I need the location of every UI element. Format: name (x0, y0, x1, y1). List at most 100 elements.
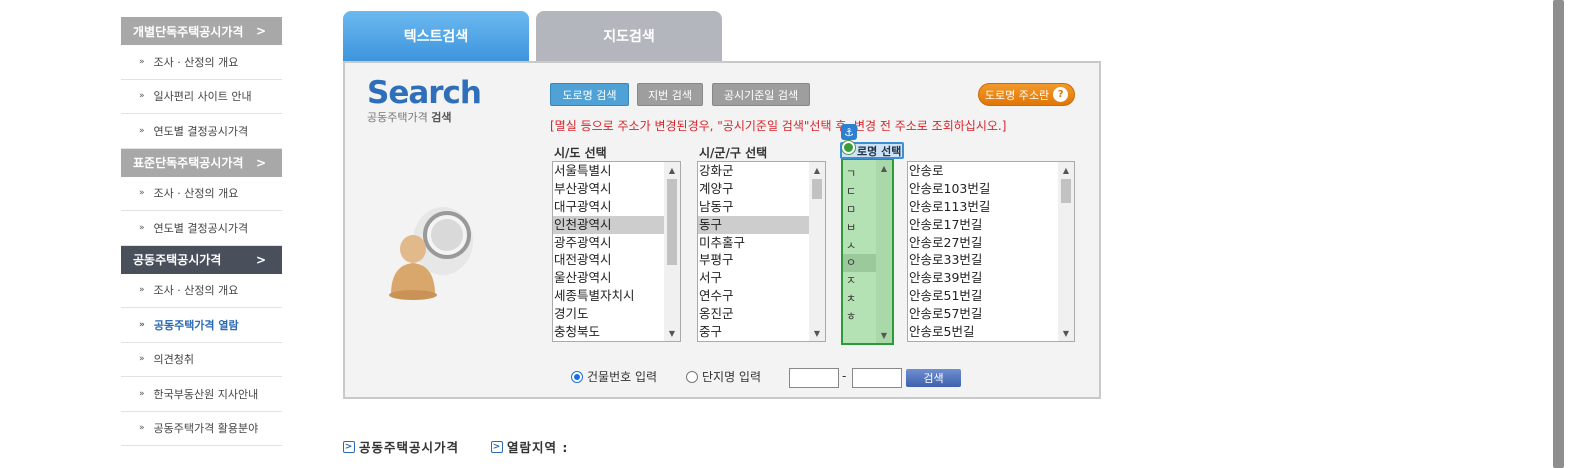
sigungu-scrollbar-thumb[interactable] (812, 179, 822, 199)
sidebar-item[interactable]: » 공동주택가격 활용분야 (121, 412, 282, 446)
scroll-down-icon[interactable]: ▼ (664, 325, 680, 341)
radio-building-no-dot[interactable] (571, 370, 583, 383)
sigungu-label: 시/군/구 선택 (699, 146, 768, 160)
scroll-up-icon[interactable]: ▲ (664, 162, 680, 178)
road-scrollbar-thumb[interactable] (1061, 179, 1071, 203)
sigungu-scrollbar[interactable]: ▲ ▼ (809, 162, 825, 341)
sido-option[interactable]: 서울특별시 (553, 162, 680, 180)
sidebar-item[interactable]: » 한국부동산원 지사안내 (121, 377, 282, 412)
sigungu-option[interactable]: 남동구 (698, 198, 825, 216)
sidebar-item[interactable]: » 조사 · 산정의 개요 (121, 274, 282, 308)
sidebar-item-label: 한국부동산원 지사안내 (153, 387, 259, 401)
notice-text: [멸실 등으로 주소가 변경된경우, "공시기준일 검색"선택 후, 변경 전 … (550, 119, 1007, 133)
tab-map-search[interactable]: 지도검색 (536, 11, 722, 61)
road-address-info-button[interactable]: 도로명 주소란 ? (978, 83, 1075, 106)
tab-text-search[interactable]: 텍스트검색 (343, 11, 529, 61)
sido-label: 시/도 선택 (554, 146, 607, 160)
sigungu-option[interactable]: 미추홀구 (698, 234, 825, 252)
view-region-label: 열람지역 : (507, 440, 569, 455)
radio-building-no[interactable]: 건물번호 입력 (571, 368, 657, 385)
sido-listbox[interactable]: 서울특별시 부산광역시 대구광역시 인천광역시 광주광역시 대전광역시 울산광역시 세종특별자… (552, 161, 681, 342)
page-root: 개별단독주택공시가격 > » 조사 · 산정의 개요 » 일사편리 사이트 안내 » 연도별 … (0, 0, 1583, 468)
road-option[interactable]: 안송로27번길 (908, 234, 1074, 252)
sidebar-item-label: 조사 · 산정의 개요 (153, 55, 239, 69)
sido-option[interactable]: 울산광역시 (553, 269, 680, 287)
road-search-button[interactable]: 도로명 검색 (550, 83, 629, 106)
sidebar-item[interactable]: » 일사편리 사이트 안내 (121, 80, 282, 114)
sidebar-item[interactable]: » 조사 · 산정의 개요 (121, 177, 282, 211)
sidebar-section-1[interactable]: 표준단독주택공시가격 > (121, 148, 282, 177)
sido-option[interactable]: 인천광역시 (553, 215, 680, 234)
radio-complex-name[interactable]: 단지명 입력 (686, 368, 761, 385)
road-option[interactable]: 안송로 (908, 162, 1074, 180)
double-chevron-icon: » (139, 319, 145, 330)
sidebar-item[interactable]: » 조사 · 산정의 개요 (121, 45, 282, 80)
chosung-scrollbar[interactable]: ▲ ▼ (876, 160, 892, 343)
scroll-up-icon[interactable]: ▲ (1058, 162, 1074, 178)
search-button[interactable]: 검색 (906, 369, 961, 387)
building-number-main-input[interactable] (789, 368, 839, 388)
sido-option[interactable]: 경기도 (553, 305, 680, 323)
lot-search-button[interactable]: 지번 검색 (637, 83, 703, 106)
double-chevron-icon: » (139, 222, 145, 233)
road-scrollbar[interactable]: ▲ ▼ (1058, 162, 1074, 341)
scroll-up-icon[interactable]: ▲ (809, 162, 825, 178)
sigungu-option[interactable]: 강화군 (698, 162, 825, 180)
road-option[interactable]: 안송로33번길 (908, 251, 1074, 269)
scroll-down-icon[interactable]: ▼ (1058, 325, 1074, 341)
chevron-right-icon: > (255, 252, 266, 267)
road-option[interactable]: 안송로103번길 (908, 180, 1074, 198)
road-option[interactable]: 안송로57번길 (908, 305, 1074, 323)
double-chevron-icon: » (139, 188, 145, 199)
road-option[interactable]: 안송로113번길 (908, 198, 1074, 216)
sidebar-item-label: 공동주택가격 활용분야 (153, 422, 259, 436)
road-option[interactable]: 안송로17번길 (908, 216, 1074, 234)
sigungu-option[interactable]: 서구 (698, 269, 825, 287)
sidebar-item[interactable]: » 연도별 결정공시가격 (121, 114, 282, 149)
sidebar-item[interactable]: » 공동주택가격 열람 (121, 308, 282, 343)
sigungu-option[interactable]: 연수구 (698, 287, 825, 305)
apartment-price-link[interactable]: > 공동주택공시가격 (343, 437, 459, 456)
road-option[interactable]: 안송로51번길 (908, 287, 1074, 305)
road-listbox[interactable]: 안송로 안송로103번길 안송로113번길 안송로17번길 안송로27번길 안송로33번길… (907, 161, 1075, 342)
view-region-link[interactable]: > 열람지역 : (491, 437, 568, 456)
sido-option[interactable]: 대구광역시 (553, 198, 680, 216)
sigungu-option[interactable]: 옹진군 (698, 305, 825, 323)
chevron-right-icon: > (255, 155, 266, 170)
date-search-button[interactable]: 공시기준일 검색 (712, 83, 810, 106)
road-option[interactable]: 안송로39번길 (908, 269, 1074, 287)
sido-option[interactable]: 세종특별자치시 (553, 287, 680, 305)
radio-complex-name-dot[interactable] (686, 370, 698, 383)
sigungu-option[interactable]: 계양구 (698, 180, 825, 198)
chosung-listbox[interactable]: ㄱㄷㅁㅂㅅㅇㅈㅊㅎ ▲ ▼ (841, 158, 894, 345)
scroll-up-icon[interactable]: ▲ (876, 160, 892, 176)
scroll-down-icon[interactable]: ▼ (809, 325, 825, 341)
sidebar-section-2[interactable]: 공동주택공시가격 > (121, 245, 282, 274)
sigungu-listbox[interactable]: 강화군 계양구 남동구 동구 미추홀구 부평구 서구 연수구 옹진군 중구 ▲ ▼ (697, 161, 826, 342)
sido-option[interactable]: 충청북도 (553, 323, 680, 341)
sidebar: 개별단독주택공시가격 > » 조사 · 산정의 개요 » 일사편리 사이트 안내 » 연도별 … (121, 0, 282, 446)
page-scrollbar-thumb[interactable] (1553, 0, 1564, 468)
sigungu-option[interactable]: 동구 (698, 215, 825, 234)
sidebar-item-label: 연도별 결정공시가격 (153, 221, 249, 235)
sidebar-item[interactable]: » 연도별 결정공시가격 (121, 211, 282, 246)
sidebar-section-0[interactable]: 개별단독주택공시가격 > (121, 17, 282, 45)
anchor-icon: ⚓ (841, 124, 857, 140)
page-scrollbar[interactable] (1550, 0, 1565, 468)
building-number-sub-input[interactable] (852, 368, 902, 388)
search-panel: Search 공동주택가격 검색 도로명 검색 지번 검색 공시기준일 검색 도… (343, 61, 1101, 399)
sido-scrollbar-thumb[interactable] (667, 179, 677, 265)
double-chevron-icon: » (139, 56, 145, 67)
sido-option[interactable]: 광주광역시 (553, 234, 680, 252)
sido-option[interactable]: 대전광역시 (553, 251, 680, 269)
double-chevron-icon: » (139, 91, 145, 102)
sido-option[interactable]: 부산광역시 (553, 180, 680, 198)
scroll-down-icon[interactable]: ▼ (876, 327, 892, 343)
road-option[interactable]: 안송로5번길 (908, 323, 1074, 341)
sigungu-option[interactable]: 중구 (698, 323, 825, 341)
arrow-box-icon: > (491, 440, 503, 453)
sidebar-item[interactable]: » 의견청취 (121, 343, 282, 377)
sido-scrollbar[interactable]: ▲ ▼ (664, 162, 680, 341)
sigungu-option[interactable]: 부평구 (698, 251, 825, 269)
logo-title: Search (367, 75, 482, 111)
